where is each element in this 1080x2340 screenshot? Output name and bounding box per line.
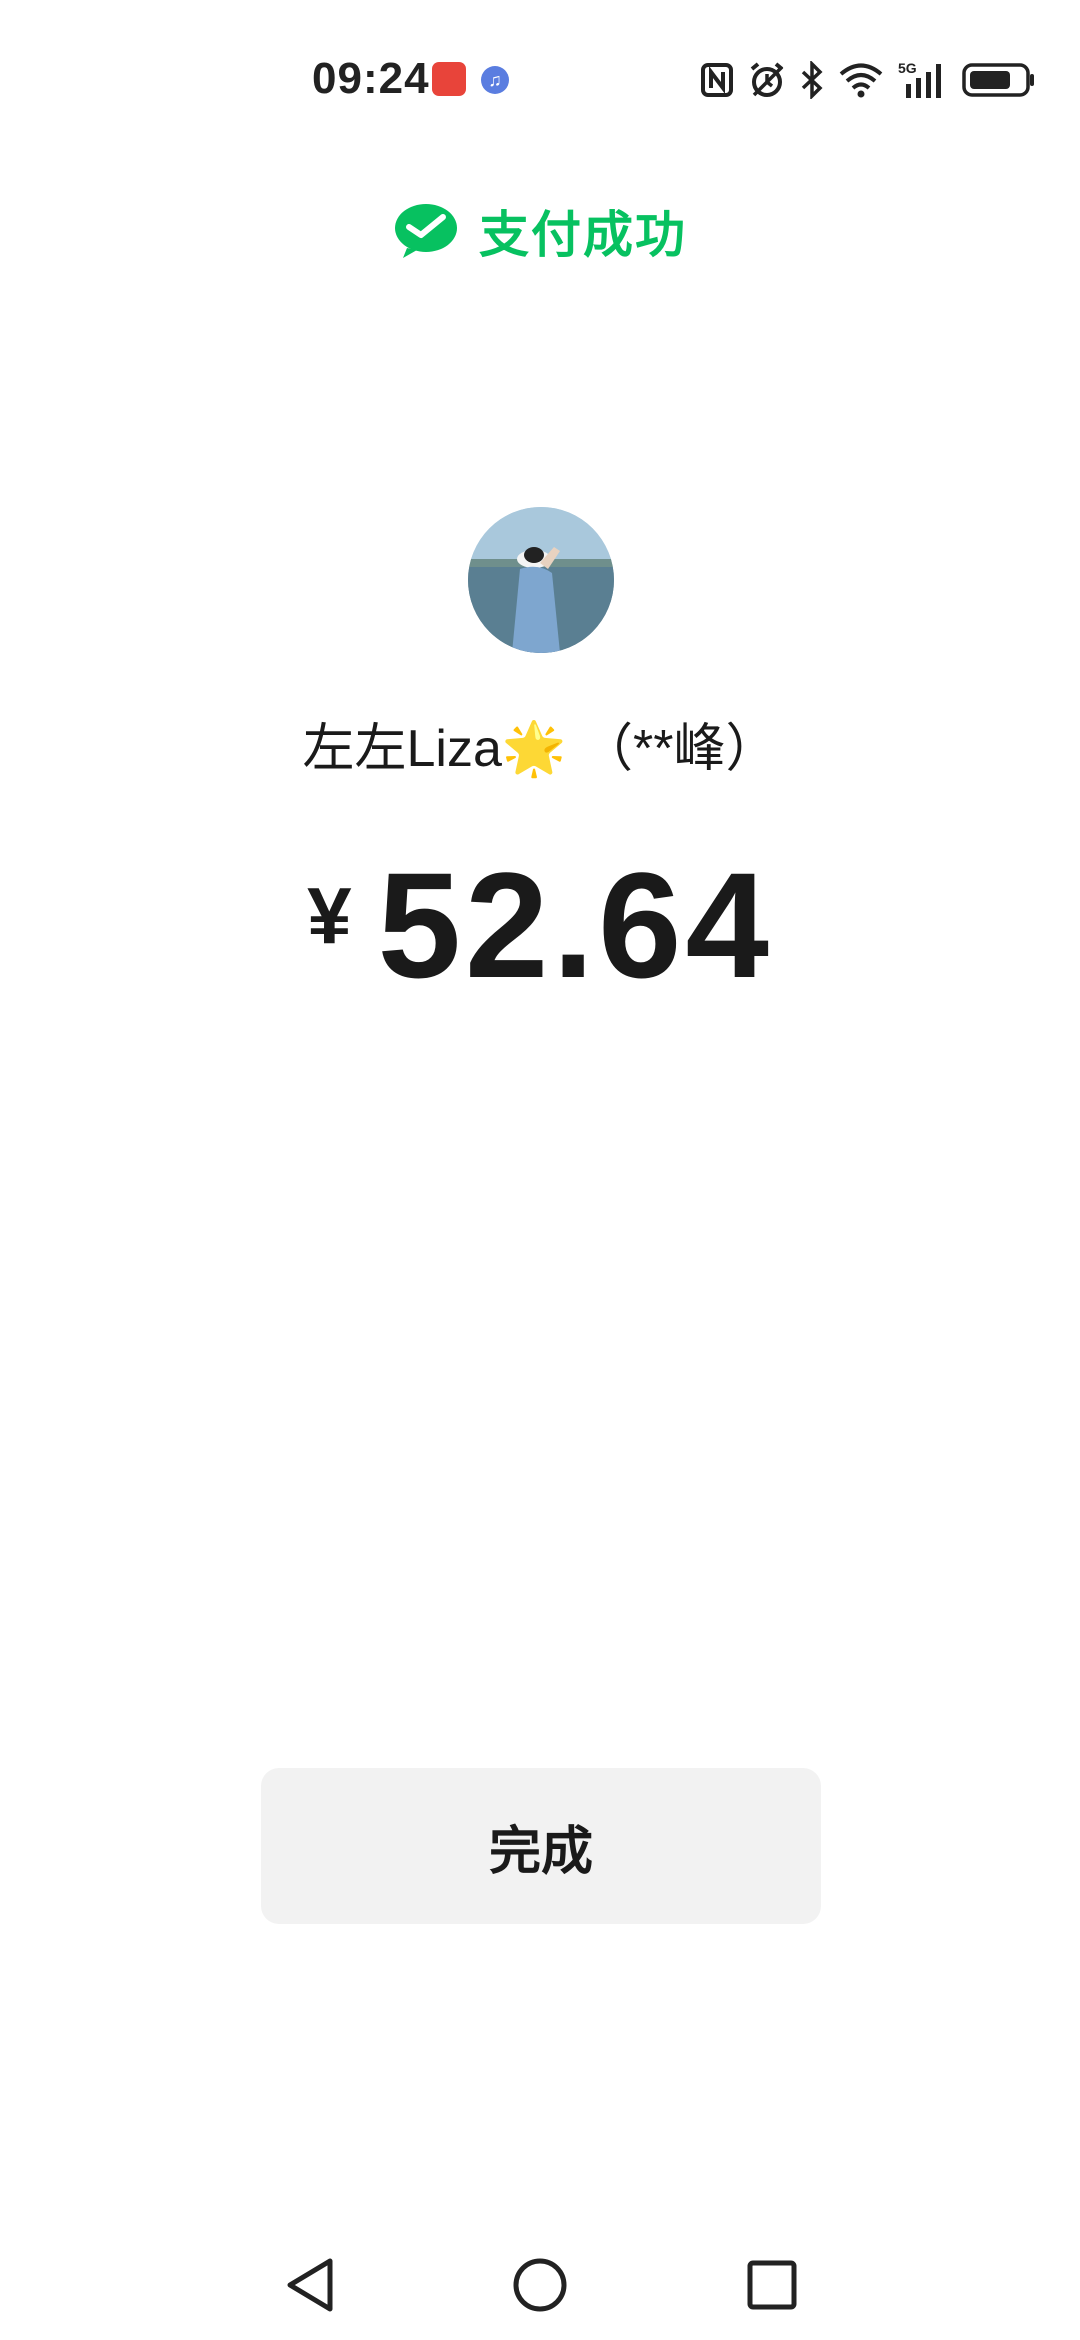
payee-avatar bbox=[468, 507, 614, 653]
network-type-label: 5G bbox=[898, 60, 917, 76]
back-icon bbox=[287, 2258, 333, 2312]
wechat-pay-check-icon bbox=[395, 204, 457, 258]
amount-row: ¥ 52.64 bbox=[0, 850, 1080, 1000]
status-icons: 5G bbox=[700, 58, 1036, 102]
payee-name: 左左Liza🌟 （**峰） bbox=[302, 720, 778, 778]
nfc-icon bbox=[701, 63, 733, 97]
payment-success-screen: 09:24 ♫ 5G 支付成功 左左Liza🌟 （**峰） ¥ 52.64 完成 bbox=[0, 0, 1080, 2340]
huawei-store-icon bbox=[432, 62, 466, 96]
success-title: 支付成功 bbox=[479, 207, 687, 263]
currency-symbol: ¥ bbox=[307, 871, 352, 960]
home-button[interactable] bbox=[505, 2250, 575, 2320]
avatar-photo bbox=[468, 507, 614, 653]
status-bar: 09:24 ♫ 5G bbox=[0, 0, 1080, 150]
home-icon bbox=[513, 2258, 567, 2312]
recents-button[interactable] bbox=[737, 2250, 807, 2320]
recents-icon bbox=[747, 2260, 797, 2310]
back-button[interactable] bbox=[275, 2250, 345, 2320]
status-time: 09:24 bbox=[312, 54, 430, 103]
system-nav-bar bbox=[0, 2230, 1080, 2340]
alarm-icon bbox=[750, 62, 784, 97]
signal-icon: 5G bbox=[898, 60, 941, 98]
bluetooth-icon bbox=[801, 61, 823, 99]
success-header: 支付成功 bbox=[0, 196, 1080, 266]
wifi-icon bbox=[839, 63, 883, 98]
battery-icon bbox=[962, 63, 1034, 97]
music-icon: ♫ bbox=[481, 66, 509, 94]
done-button[interactable]: 完成 bbox=[261, 1768, 821, 1924]
payment-amount: 52.64 bbox=[377, 841, 773, 1009]
